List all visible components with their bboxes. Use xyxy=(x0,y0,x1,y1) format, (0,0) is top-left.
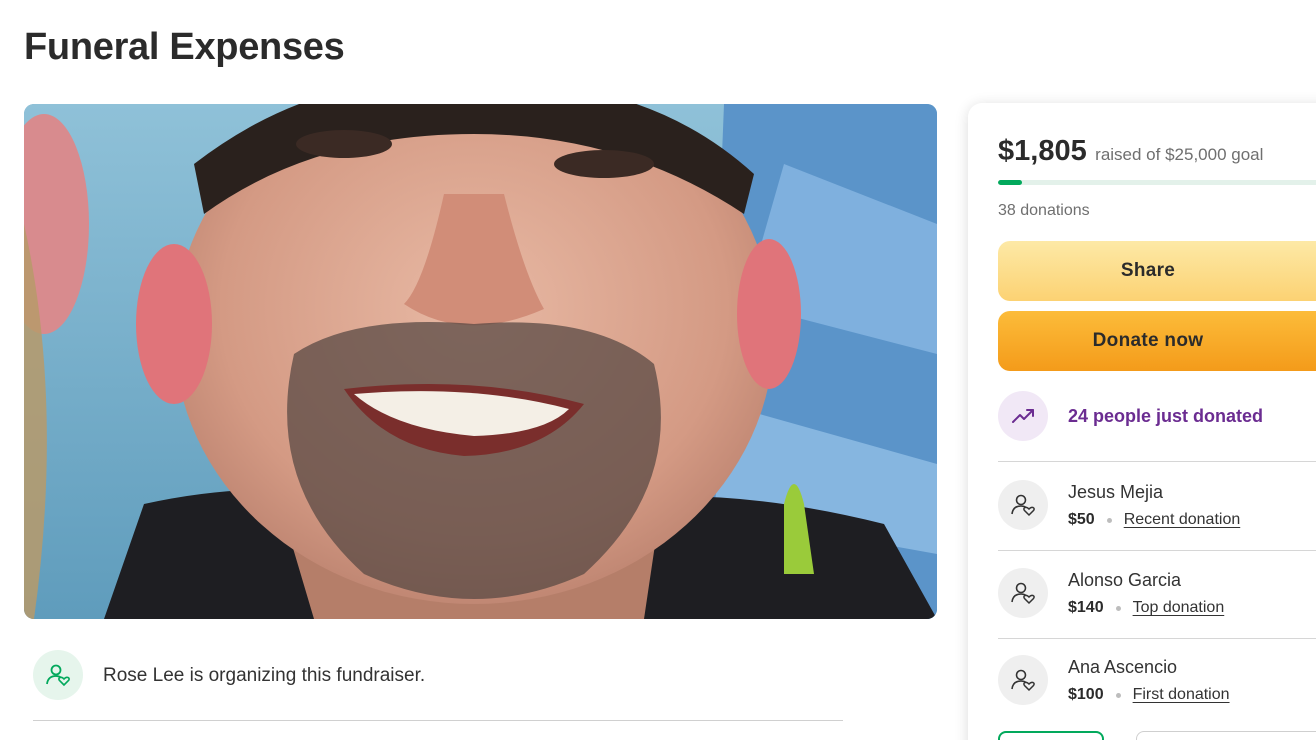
hero-photo[interactable] xyxy=(24,104,937,619)
person-heart-icon xyxy=(998,655,1048,705)
donate-now-button[interactable]: Donate now xyxy=(998,311,1316,371)
see-top-button[interactable] xyxy=(1136,731,1316,740)
donation-card: $1,805 raised of $25,000 goal 38 donatio… xyxy=(968,103,1316,740)
divider xyxy=(998,550,1316,551)
goal-text: raised of $25,000 goal xyxy=(1095,145,1264,164)
raised-amount: $1,805 xyxy=(998,135,1087,167)
page-title: Funeral Expenses xyxy=(24,26,345,68)
trending-text: 24 people just donated xyxy=(1068,406,1264,426)
donor-name: Jesus Mejia xyxy=(1068,482,1164,502)
donor-tag-link[interactable]: Top donation xyxy=(1133,599,1225,617)
donor-amount: $50 xyxy=(1068,511,1095,528)
donation-count: 38 donations xyxy=(998,202,1090,219)
donor-amount: $140 xyxy=(1068,599,1104,616)
separator-dot xyxy=(1115,605,1121,611)
divider xyxy=(998,638,1316,639)
person-heart-icon xyxy=(998,480,1048,530)
separator-dot xyxy=(1106,517,1112,523)
trending-notice: 24 people just donated xyxy=(998,391,1316,441)
donor-name: Ana Ascencio xyxy=(1068,657,1178,677)
organizer-text: Rose Lee is organizing this fundraiser. xyxy=(103,665,426,686)
donor-tag-link[interactable]: Recent donation xyxy=(1124,511,1241,529)
progress-bar xyxy=(998,180,1316,185)
donor-meta: $100 First donation xyxy=(1068,686,1230,704)
hero-illustration xyxy=(24,104,937,619)
raised-summary: $1,805 raised of $25,000 goal xyxy=(998,135,1263,168)
divider xyxy=(998,461,1316,462)
donor-meta: $140 Top donation xyxy=(1068,599,1224,617)
donor-tag-link[interactable]: First donation xyxy=(1133,686,1230,704)
separator-dot xyxy=(1115,692,1121,698)
person-heart-icon xyxy=(33,650,83,700)
donor-meta: $50 Recent donation xyxy=(1068,511,1240,529)
share-button[interactable]: Share xyxy=(998,241,1316,301)
donor-item: Jesus Mejia $50 Recent donation xyxy=(998,480,1316,540)
progress-fill xyxy=(998,180,1022,185)
donor-amount: $100 xyxy=(1068,686,1104,703)
donor-item: Ana Ascencio $100 First donation xyxy=(998,655,1316,715)
donor-name: Alonso Garcia xyxy=(1068,570,1182,590)
person-heart-icon xyxy=(998,568,1048,618)
see-all-button[interactable] xyxy=(998,731,1104,740)
donor-item: Alonso Garcia $140 Top donation xyxy=(998,568,1316,628)
trending-up-icon xyxy=(998,391,1048,441)
fundraiser-page: Funeral Expenses Rose Lee is organizing … xyxy=(0,0,1316,740)
organizer-row: Rose Lee is organizing this fundraiser. xyxy=(33,650,843,721)
